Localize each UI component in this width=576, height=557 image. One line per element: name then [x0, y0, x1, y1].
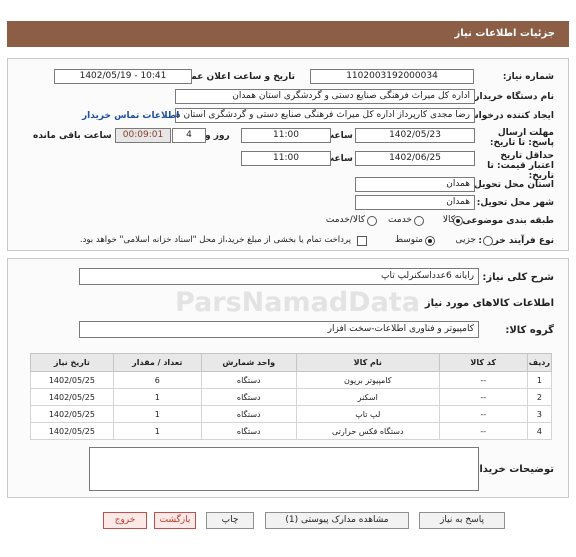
category-option-service: خدمت [388, 215, 412, 225]
page-header: جزئیات اطلاعات نیاز [7, 21, 569, 47]
goods-info-heading: اطلاعات کالاهای مورد نیاز [424, 298, 554, 309]
buyer-notes-label: توضیحات خریدار: [469, 464, 554, 475]
cell-row: 1 [526, 371, 553, 389]
cell-qty: 1 [112, 388, 202, 406]
cell-unit: دستگاه [200, 388, 297, 406]
cell-qty: 1 [112, 422, 202, 440]
cell-date: 1402/05/25 [30, 388, 114, 406]
cell-code: -- [438, 405, 528, 423]
reply-time-field: 11:00 [241, 128, 331, 143]
cell-name: اسکنر [295, 388, 440, 406]
process-radio-medium[interactable] [425, 236, 435, 246]
goods-group-field: کامپیوتر و فناوری اطلاعات-سخت افزار [79, 321, 479, 338]
cell-row: 3 [526, 405, 553, 423]
cell-row: 4 [526, 422, 553, 440]
general-desc-field: رایانه 6عدداسکنرلپ تاپ [79, 268, 479, 285]
table-row: 4 -- دستگاه فکس حرارتی دستگاه 1 1402/05/… [30, 422, 553, 440]
remaining-time-field: 00:09:01 [115, 128, 171, 143]
attachments-button[interactable]: مشاهده مدارک پیوستی (1) [265, 512, 409, 529]
buyer-org-label: نام دستگاه خریدار: [470, 92, 554, 102]
delivery-city-label: شهر محل تحویل: [476, 198, 554, 208]
table-row: 1 -- کامپیوتر برپون دستگاه 6 1402/05/25 [30, 371, 553, 389]
announce-datetime-field: 1402/05/19 - 10:41 [54, 69, 192, 84]
delivery-province-label: استان محل تحویل: [470, 180, 554, 190]
process-option-minor: جزیی [455, 235, 476, 245]
province-field: همدان [355, 177, 475, 192]
process-option-medium: متوسط [394, 235, 423, 245]
col-row: ردیف [526, 353, 553, 372]
col-unit: واحد شمارش [200, 353, 297, 372]
need-number-label: شماره نیاز: [502, 72, 554, 82]
remaining-time-label: ساعت باقی مانده [33, 131, 112, 141]
cell-row: 2 [526, 388, 553, 406]
cell-code: -- [438, 388, 528, 406]
treasury-payment-note: پرداخت تمام یا بخشی از مبلغ خرید،از محل … [79, 235, 351, 245]
category-label: طبقه بندی موضوعی: [458, 216, 554, 226]
cell-qty: 6 [112, 371, 202, 389]
cell-date: 1402/05/25 [30, 371, 114, 389]
category-radio-service[interactable] [414, 216, 424, 226]
contact-info-link[interactable]: اطلاعات تماس خریدار [82, 111, 179, 121]
cell-date: 1402/05/25 [30, 405, 114, 423]
remaining-days-field: 4 [172, 128, 206, 143]
col-name: نام کالا [295, 353, 440, 372]
category-option-goods: کالا [442, 215, 455, 225]
category-option-both: کالا/خدمت [325, 215, 365, 225]
cell-unit: دستگاه [200, 422, 297, 440]
col-date: تاریخ نیاز [30, 353, 114, 372]
validity-time-field: 11:00 [241, 151, 331, 166]
col-code: کد کالا [438, 353, 528, 372]
category-radio-both[interactable] [367, 216, 377, 226]
back-button[interactable]: بازگشت [154, 512, 196, 529]
cell-unit: دستگاه [200, 405, 297, 423]
cell-name: کامپیوتر برپون [295, 371, 440, 389]
goods-table-header: ردیف کد کالا نام کالا واحد شمارش تعداد /… [30, 353, 553, 372]
buyer-notes-field [89, 447, 479, 491]
col-qty: تعداد / مقدار [112, 353, 202, 372]
buyer-org-field: اداره کل میراث فرهنگی صنایع دستی و گردشگ… [175, 89, 475, 104]
process-radio-minor[interactable] [483, 236, 493, 246]
reply-button[interactable]: پاسخ به نیاز [419, 512, 505, 529]
page-title: جزئیات اطلاعات نیاز [454, 28, 555, 39]
cell-date: 1402/05/25 [30, 422, 114, 440]
cell-code: -- [438, 422, 528, 440]
price-validity-label: حداقل تاریخ اعتبار قیمت: تا تاریخ: [487, 151, 554, 181]
goods-group-label: گروه کالا: [505, 325, 554, 336]
requester-field: رضا مجدی کارپرداز اداره کل میراث فرهنگی … [175, 108, 475, 123]
exit-button[interactable]: خروج [103, 512, 147, 529]
cell-name: دستگاه فکس حرارتی [295, 422, 440, 440]
table-row: 3 -- لپ تاپ دستگاه 1 1402/05/25 [30, 405, 553, 423]
treasury-payment-checkbox[interactable] [357, 236, 367, 246]
table-row: 2 -- اسکنر دستگاه 1 1402/05/25 [30, 388, 553, 406]
cell-qty: 1 [112, 405, 202, 423]
goods-table: ردیف کد کالا نام کالا واحد شمارش تعداد /… [30, 353, 553, 440]
cell-unit: دستگاه [200, 371, 297, 389]
cell-name: لپ تاپ [295, 405, 440, 423]
day-label: روز و [205, 131, 230, 141]
cell-code: -- [438, 371, 528, 389]
reply-date-field: 1402/05/23 [355, 128, 475, 143]
general-desc-label: شرح کلی نیاز: [482, 272, 554, 283]
validity-date-field: 1402/06/25 [355, 151, 475, 166]
need-number-field: 1102003192000034 [310, 69, 474, 84]
reply-deadline-label: مهلت ارسال پاسخ: تا تاریخ: [489, 128, 554, 148]
print-button[interactable]: چاپ [206, 512, 254, 529]
city-field: همدان [355, 195, 475, 210]
